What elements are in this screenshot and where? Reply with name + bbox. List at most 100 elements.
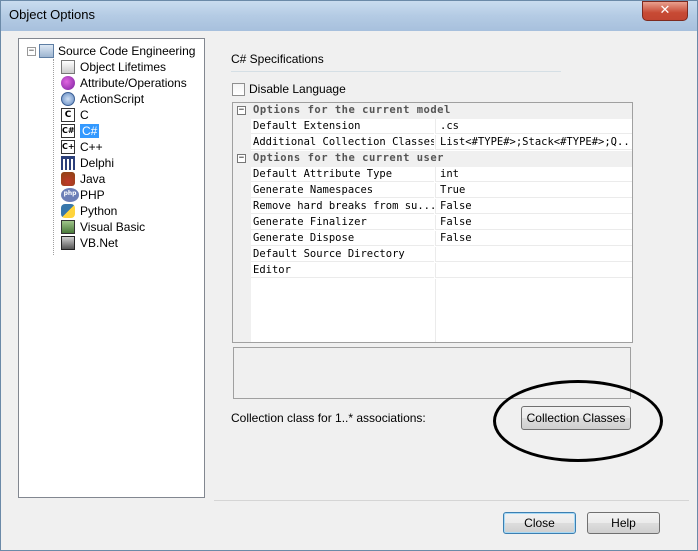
property-value[interactable]: False bbox=[435, 215, 632, 230]
property-value[interactable]: .cs bbox=[435, 119, 632, 134]
disable-language-checkbox[interactable] bbox=[232, 82, 245, 96]
csharp-icon: C# bbox=[61, 124, 75, 138]
tree-item-actionscript[interactable]: ActionScript bbox=[61, 91, 144, 107]
property-name: Default Extension bbox=[251, 119, 434, 134]
property-row-default-source-directory[interactable]: Default Source Directory bbox=[233, 247, 632, 263]
row-margin bbox=[233, 199, 251, 215]
row-margin bbox=[233, 119, 251, 135]
tree-item-c[interactable]: C C bbox=[61, 107, 89, 123]
property-row-generate-dispose[interactable]: Generate Dispose False bbox=[233, 231, 632, 247]
property-row-additional-collection-classes[interactable]: Additional Collection Classes List<#TYPE… bbox=[233, 135, 632, 151]
tree-item-label: Java bbox=[80, 172, 106, 186]
property-description-box bbox=[233, 347, 631, 399]
property-row-editor[interactable]: Editor bbox=[233, 263, 632, 279]
property-grid[interactable]: − Options for the current model Default … bbox=[232, 102, 633, 343]
property-row-remove-hard-breaks[interactable]: Remove hard breaks from su... False bbox=[233, 199, 632, 215]
grid-empty-area bbox=[233, 279, 632, 342]
tree-item-label: Python bbox=[80, 204, 118, 218]
property-name: Generate Namespaces bbox=[251, 183, 434, 198]
category-label: Options for the current user bbox=[253, 152, 445, 164]
category-model-options[interactable]: − Options for the current model bbox=[233, 103, 632, 119]
tree-item-label: C# bbox=[80, 124, 100, 138]
tree-root-source-code-engineering[interactable]: − Source Code Engineering bbox=[27, 43, 195, 59]
object-options-window: Object Options ✕ − Source Code Engineeri… bbox=[0, 0, 698, 551]
disable-language-label: Disable Language bbox=[249, 82, 346, 96]
collapse-icon[interactable]: − bbox=[237, 154, 246, 163]
property-value[interactable]: True bbox=[435, 183, 632, 198]
cpp-icon: C+ bbox=[61, 140, 75, 154]
property-name: Remove hard breaks from su... bbox=[251, 200, 434, 214]
vbnet-icon bbox=[61, 236, 75, 250]
close-button[interactable]: Close bbox=[503, 512, 576, 534]
tree-item-label: VB.Net bbox=[80, 236, 119, 250]
property-value[interactable] bbox=[435, 247, 632, 262]
panel-title: C# Specifications bbox=[231, 52, 324, 66]
title-bar: Object Options ✕ bbox=[1, 1, 697, 31]
property-name: Editor bbox=[251, 263, 434, 278]
footer-divider bbox=[214, 500, 689, 501]
visual-basic-icon bbox=[61, 220, 75, 234]
panel-title-divider bbox=[231, 71, 561, 72]
property-row-default-attribute-type[interactable]: Default Attribute Type int bbox=[233, 167, 632, 183]
delphi-icon bbox=[61, 156, 75, 170]
tree-item-delphi[interactable]: Delphi bbox=[61, 155, 114, 171]
lifetimes-icon bbox=[61, 60, 75, 74]
collapse-icon[interactable]: − bbox=[237, 106, 246, 115]
tree-item-visual-basic[interactable]: Visual Basic bbox=[61, 219, 145, 235]
row-margin bbox=[233, 215, 251, 231]
php-icon: php bbox=[61, 188, 79, 202]
collection-class-label: Collection class for 1..* associations: bbox=[231, 411, 426, 425]
property-row-generate-finalizer[interactable]: Generate Finalizer False bbox=[233, 215, 632, 231]
property-row-generate-namespaces[interactable]: Generate Namespaces True bbox=[233, 183, 632, 199]
python-icon bbox=[61, 204, 75, 218]
tree-item-label: C++ bbox=[80, 140, 103, 154]
tree-item-python[interactable]: Python bbox=[61, 203, 117, 219]
row-margin bbox=[233, 167, 251, 183]
tree-item-label: Visual Basic bbox=[80, 220, 146, 234]
collection-classes-button[interactable]: Collection Classes bbox=[521, 406, 631, 430]
category-user-options[interactable]: − Options for the current user bbox=[233, 151, 632, 167]
row-margin bbox=[233, 279, 251, 342]
column-divider bbox=[435, 279, 436, 342]
tree-connector-line bbox=[53, 59, 54, 255]
property-row-default-extension[interactable]: Default Extension .cs bbox=[233, 119, 632, 135]
tree-item-vbnet[interactable]: VB.Net bbox=[61, 235, 118, 251]
java-icon bbox=[61, 172, 75, 186]
tree-item-cpp[interactable]: C+ C++ bbox=[61, 139, 103, 155]
property-value[interactable]: int bbox=[435, 167, 632, 182]
disable-language-row[interactable]: Disable Language bbox=[232, 82, 346, 96]
attribute-operations-icon bbox=[61, 76, 75, 90]
tree-item-label: Attribute/Operations bbox=[80, 76, 187, 90]
tree-root-label: Source Code Engineering bbox=[58, 44, 196, 58]
tree-item-label: ActionScript bbox=[80, 92, 145, 106]
help-button[interactable]: Help bbox=[587, 512, 660, 534]
property-name: Generate Dispose bbox=[251, 231, 434, 246]
window-close-button[interactable]: ✕ bbox=[642, 1, 688, 21]
tree-item-label: Delphi bbox=[80, 156, 115, 170]
tree-item-label: PHP bbox=[80, 188, 105, 202]
row-margin bbox=[233, 135, 251, 151]
source-code-engineering-icon bbox=[39, 44, 54, 58]
property-value[interactable]: False bbox=[435, 199, 632, 214]
window-title: Object Options bbox=[9, 7, 95, 22]
property-name: Generate Finalizer bbox=[251, 215, 434, 230]
collapse-icon[interactable]: − bbox=[27, 46, 36, 56]
property-name: Additional Collection Classes bbox=[251, 136, 434, 150]
tree-item-attribute-operations[interactable]: Attribute/Operations bbox=[61, 75, 187, 91]
property-value[interactable]: List<#TYPE#>;Stack<#TYPE#>;Q... bbox=[435, 135, 632, 150]
row-margin bbox=[233, 263, 251, 279]
row-margin bbox=[233, 183, 251, 199]
row-margin bbox=[233, 231, 251, 247]
tree-item-java[interactable]: Java bbox=[61, 171, 105, 187]
property-value[interactable] bbox=[435, 263, 632, 278]
tree-item-csharp[interactable]: C# C# bbox=[61, 123, 100, 139]
tree-item-label: Object Lifetimes bbox=[80, 60, 167, 74]
property-value[interactable]: False bbox=[435, 231, 632, 246]
options-tree[interactable]: − Source Code Engineering Object Lifetim… bbox=[18, 38, 205, 498]
row-margin bbox=[233, 247, 251, 263]
tree-item-object-lifetimes[interactable]: Object Lifetimes bbox=[61, 59, 166, 75]
tree-item-php[interactable]: php PHP bbox=[61, 187, 105, 203]
property-name: Default Attribute Type bbox=[251, 167, 434, 182]
tree-item-label: C bbox=[80, 108, 89, 122]
c-language-icon: C bbox=[61, 108, 75, 122]
